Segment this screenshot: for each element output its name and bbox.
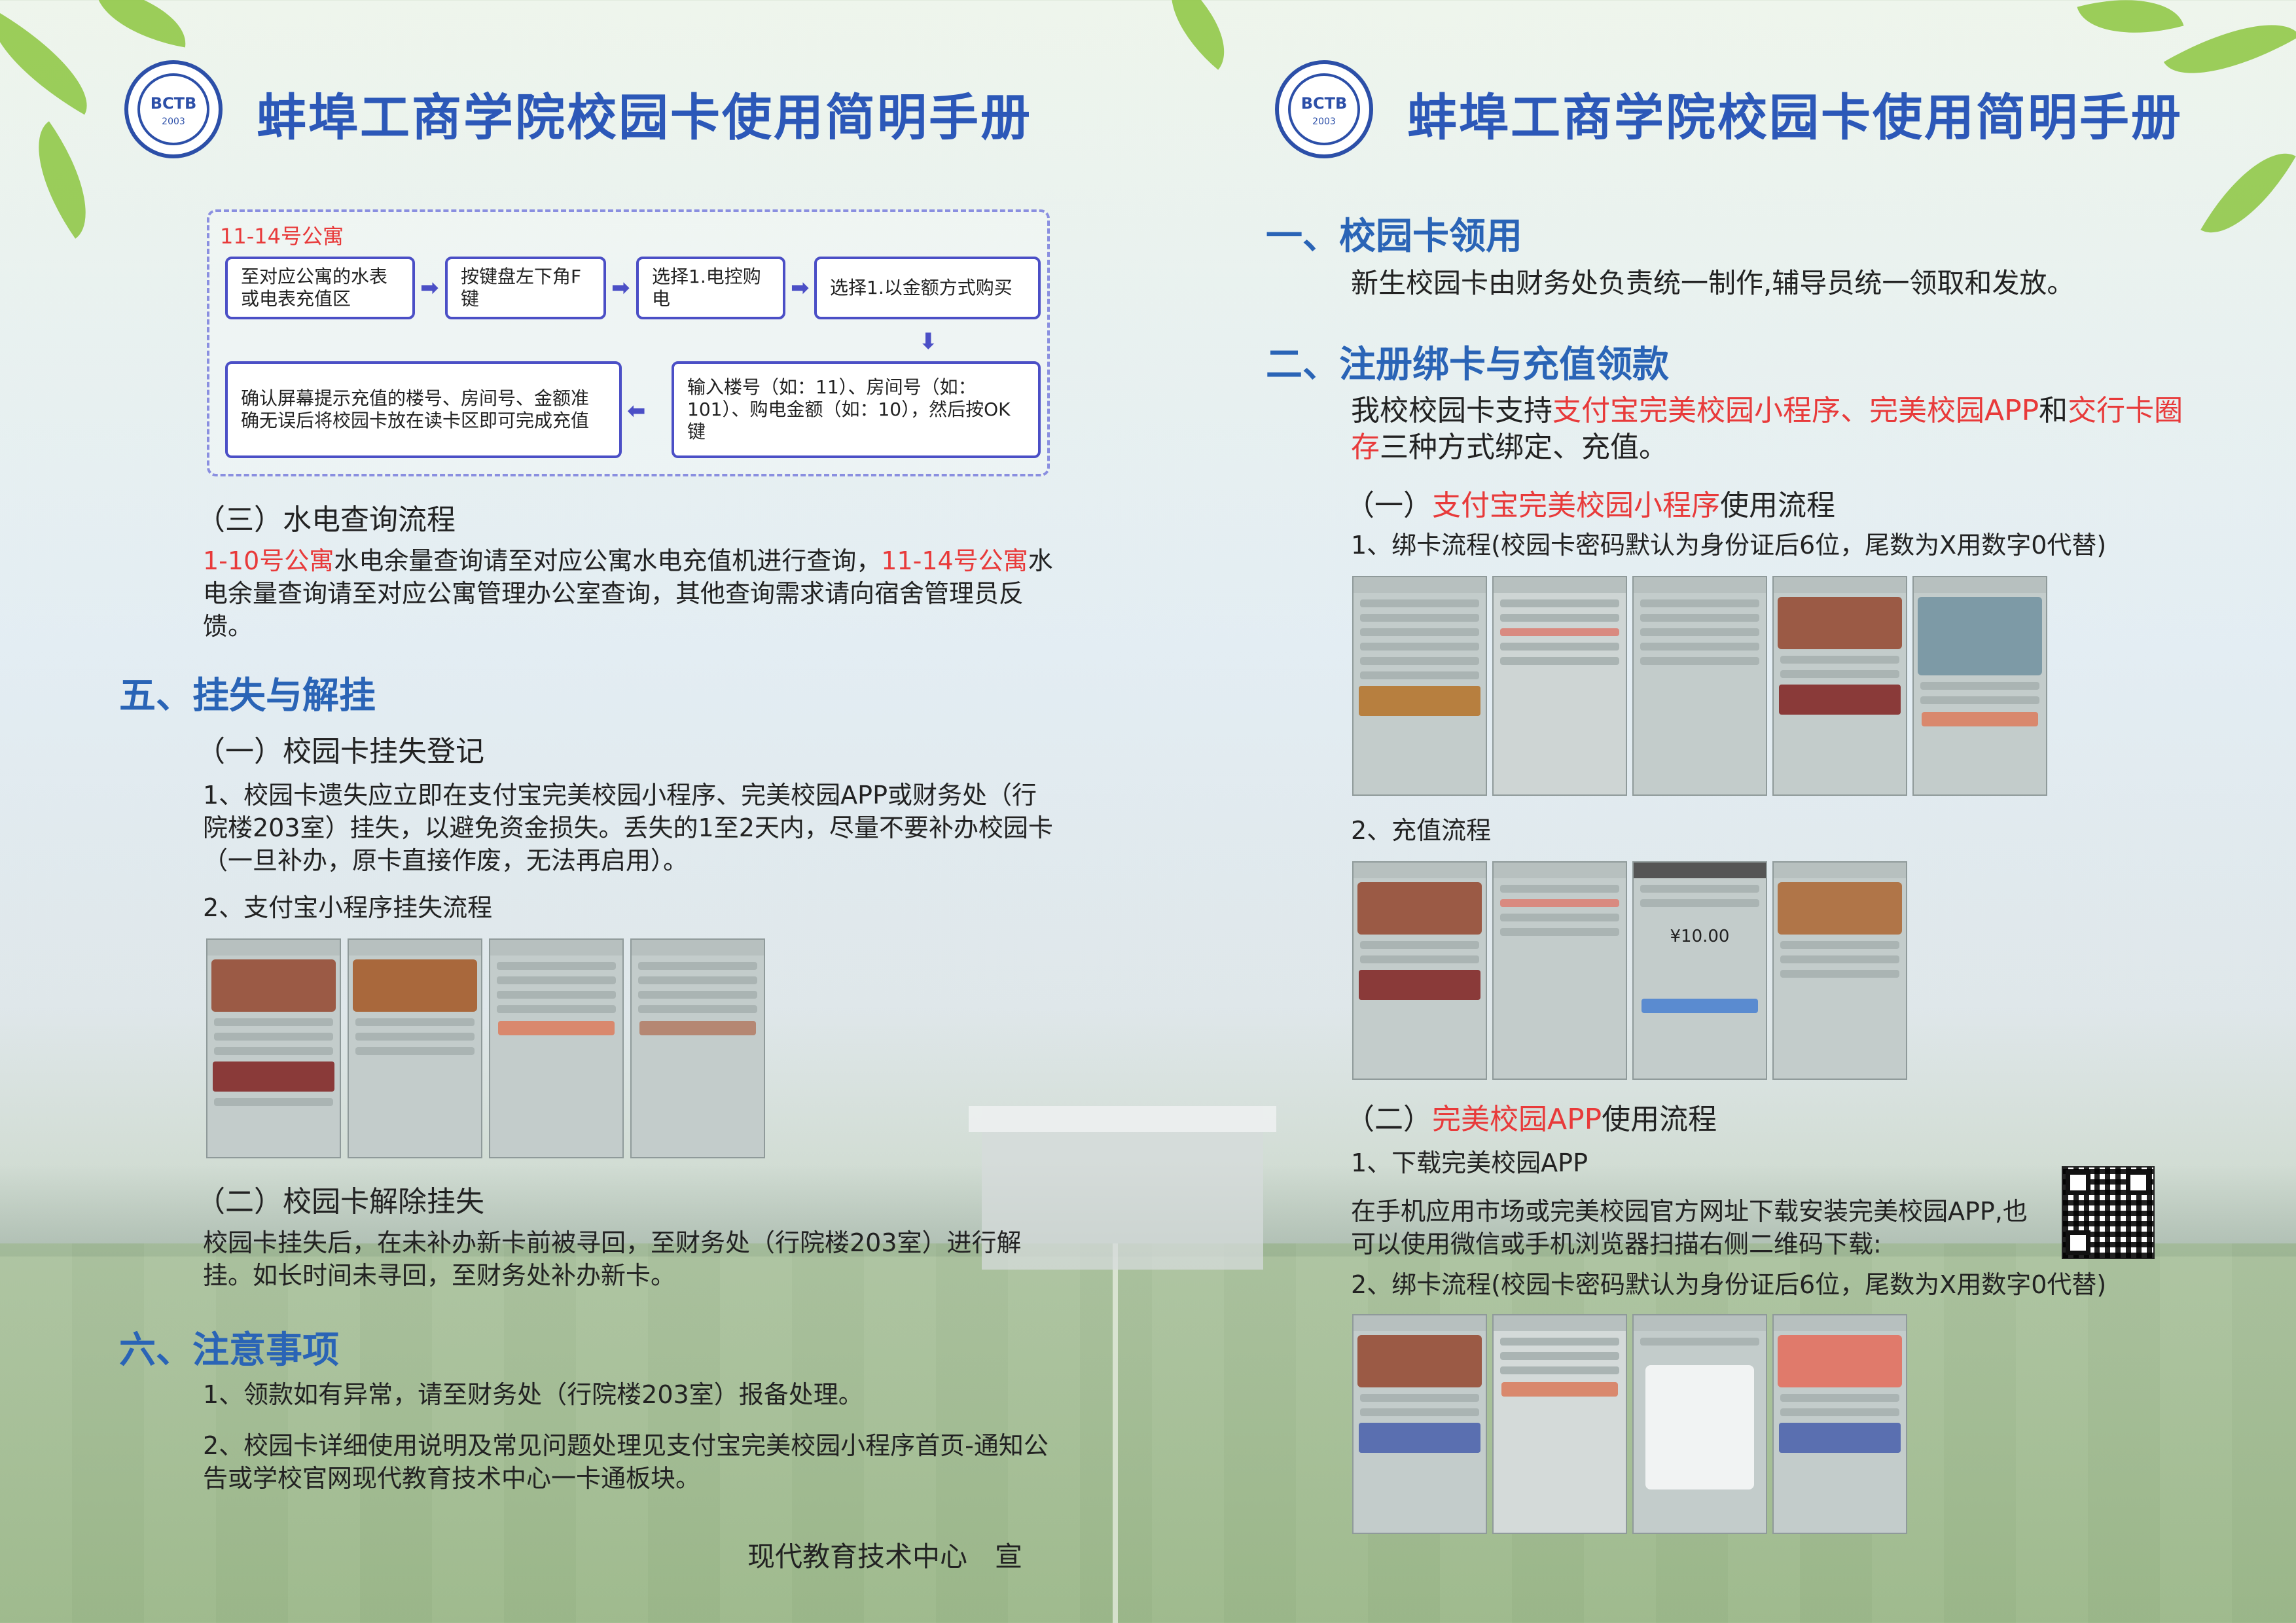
- arrow-right-icon: ➡: [611, 275, 630, 301]
- app-screenshot-2: [1492, 1314, 1627, 1534]
- s5-paragraph-1: 1、校园卡遗失应立即在支付宝完美校园小程序、完美校园APP或财务处（行院楼203…: [203, 781, 1053, 875]
- flow-step-2: 按键盘左下角F键: [445, 257, 606, 319]
- school-logo: BCTB 2003: [124, 60, 223, 158]
- leaf-decoration: [1147, 0, 1248, 70]
- leaf-decoration: [11, 121, 113, 239]
- download-label: 1、下载完美校园APP: [1351, 1149, 1588, 1177]
- bind-flow-label-2: 2、绑卡流程(校园卡密码默认为身份证后6位，尾数为X用数字0代替): [1351, 1270, 2107, 1299]
- recharge-screenshot-4: [1772, 861, 1907, 1080]
- s6-paragraph-1: 1、领款如有异常，请至财务处（行院楼203室）报备处理。: [203, 1380, 863, 1409]
- bind-screenshot-4: [1772, 576, 1907, 796]
- lost-screenshot-4: [630, 938, 765, 1158]
- flow-title: 11-14号公寓: [220, 224, 344, 249]
- page-title-left: 蚌埠工商学院校园卡使用简明手册: [257, 88, 1032, 147]
- lost-screenshot-3: [489, 938, 624, 1158]
- grandstand-roof: [969, 1106, 1276, 1132]
- flow-step-6: 确认屏幕提示充值的楼号、房间号、金额准确无误后将校园卡放在读卡区即可完成充值: [225, 361, 622, 458]
- recharge-screenshot-2: [1492, 861, 1627, 1080]
- s1-title: 一、校园卡领用: [1266, 215, 1522, 258]
- flow-step-3: 选择1.电控购电: [636, 257, 785, 319]
- s1-paragraph: 新生校园卡由财务处负责统一制作,辅导员统一领取和发放。: [1351, 267, 2075, 299]
- leaf-decoration: [2200, 133, 2296, 253]
- qr-code: [2062, 1166, 2155, 1259]
- signature: 现代教育技术中心 宣: [747, 1541, 1023, 1573]
- sub2-title: （二）完美校园APP使用流程: [1346, 1103, 1717, 1136]
- recharge-flow-box: 11-14号公寓 至对应公寓的水表或电表充值区 ➡ 按键盘左下角F键 ➡ 选择1…: [207, 209, 1050, 476]
- leaf-decoration: [2163, 0, 2296, 102]
- school-logo: BCTB 2003: [1275, 60, 1373, 158]
- s2-title: 二、注册绑卡与充值领款: [1266, 344, 1669, 386]
- arrow-right-icon: ➡: [420, 275, 439, 301]
- arrow-left-icon: ⬅: [627, 398, 646, 424]
- flow-step-5: 输入楼号（如：11）、房间号（如：101）、购电金额（如：10），然后按OK键: [672, 361, 1041, 458]
- arrow-right-icon: ➡: [791, 275, 810, 301]
- lost-screenshot-1: [206, 938, 341, 1158]
- flow-step-4: 选择1.以金额方式购买: [814, 257, 1041, 319]
- arrow-down-icon: ⬇: [919, 329, 938, 355]
- sub1-title: （一）支付宝完美校园小程序使用流程: [1346, 489, 1835, 522]
- app-screenshot-3: [1632, 1314, 1767, 1534]
- field-line: [1113, 1243, 1118, 1623]
- bind-flow-label-1: 1、绑卡流程(校园卡密码默认为身份证后6位，尾数为X用数字0代替): [1351, 531, 2107, 560]
- s5-sub1: （一）校园卡挂失登记: [196, 735, 484, 768]
- s5-sub2: （二）校园卡解除挂失: [196, 1185, 484, 1219]
- bind-screenshot-3: [1632, 576, 1767, 796]
- lost-screenshot-2: [348, 938, 482, 1158]
- bind-screenshot-5: [1912, 576, 2047, 796]
- download-description: 在手机应用市场或完美校园官方网址下载安装完美校园APP,也可以使用微信或手机浏览…: [1351, 1197, 2028, 1258]
- recharge-screenshot-1: [1352, 861, 1487, 1080]
- s5-paragraph-3: 校园卡挂失后，在未补办新卡前被寻回，至财务处（行院楼203室）进行解挂。如长时间…: [203, 1228, 1022, 1290]
- s2-paragraph: 我校校园卡支持支付宝完美校园小程序、完美校园APP和交行卡圈存三种方式绑定、充值…: [1351, 394, 2183, 464]
- s3-paragraph: 1-10号公寓水电余量查询请至对应公寓水电充值机进行查询，11-14号公寓水电余…: [203, 546, 1053, 641]
- bind-screenshot-1: [1352, 576, 1487, 796]
- recharge-screenshot-3: ¥10.00: [1632, 861, 1767, 1080]
- s6-paragraph-2: 2、校园卡详细使用说明及常见问题处理见支付宝完美校园小程序首页-通知公告或学校官…: [203, 1431, 1049, 1493]
- recharge-label: 2、充值流程: [1351, 816, 1492, 845]
- s6-title: 六、注意事项: [119, 1329, 339, 1372]
- leaf-decoration: [0, 9, 108, 115]
- flow-step-1: 至对应公寓的水表或电表充值区: [225, 257, 415, 319]
- s3-title: （三）水电查询流程: [196, 503, 456, 537]
- app-screenshot-4: [1772, 1314, 1907, 1534]
- leaf-decoration: [2077, 0, 2184, 52]
- recharge-amount: ¥10.00: [1670, 927, 1730, 946]
- leaf-decoration: [88, 0, 193, 48]
- s5-title: 五、挂失与解挂: [119, 675, 376, 717]
- s5-paragraph-2: 2、支付宝小程序挂失流程: [203, 893, 493, 922]
- page-title-right: 蚌埠工商学院校园卡使用简明手册: [1407, 88, 2183, 147]
- app-screenshot-1: [1352, 1314, 1487, 1534]
- bind-screenshot-2: [1492, 576, 1627, 796]
